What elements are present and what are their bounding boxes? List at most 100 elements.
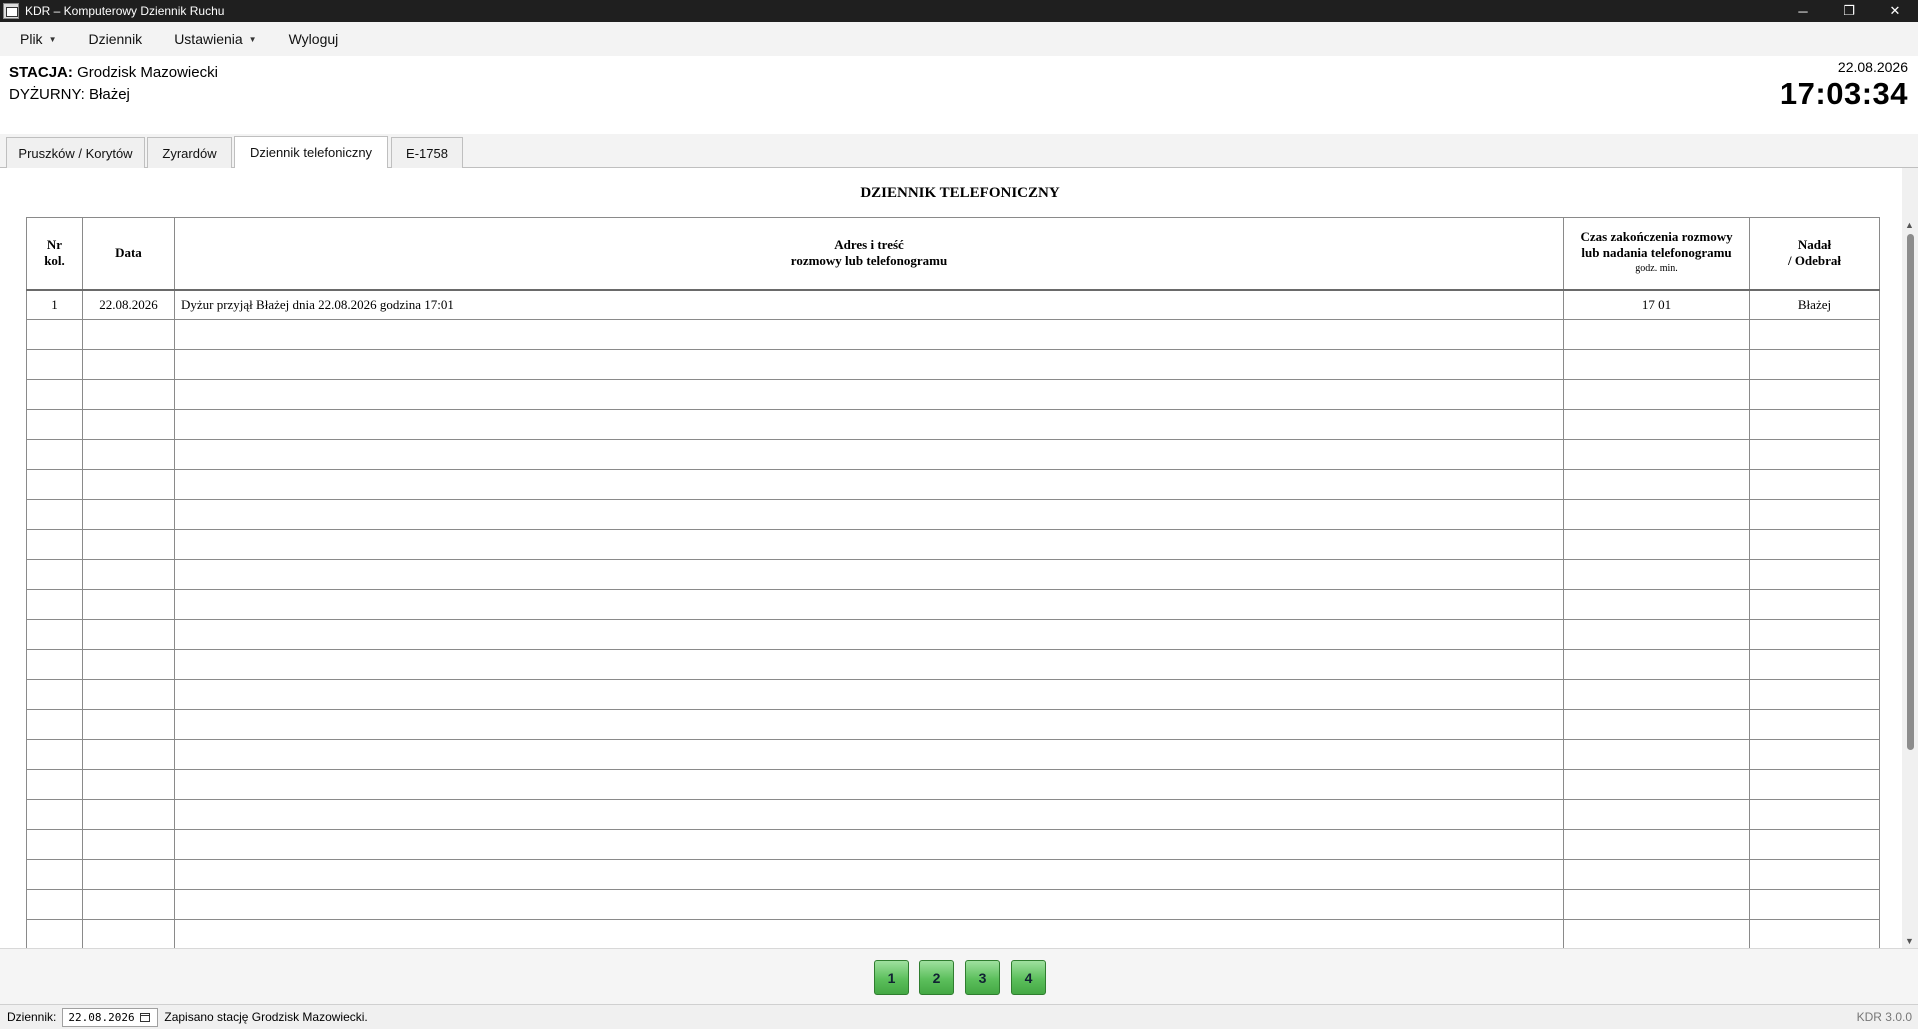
page-button-2[interactable]: 2 bbox=[919, 960, 954, 995]
cell-time[interactable] bbox=[1563, 679, 1751, 710]
cell-nr[interactable] bbox=[26, 889, 83, 920]
cell-nr[interactable] bbox=[26, 619, 83, 650]
cell-date[interactable] bbox=[81, 529, 175, 560]
table-row[interactable] bbox=[26, 919, 1880, 948]
cell-nr[interactable] bbox=[26, 559, 83, 590]
cell-date[interactable] bbox=[81, 679, 175, 710]
cell-who[interactable] bbox=[1749, 829, 1880, 860]
minimize-button[interactable]: ─ bbox=[1780, 0, 1826, 22]
cell-date[interactable] bbox=[81, 439, 175, 470]
cell-date[interactable] bbox=[81, 589, 175, 620]
cell-text[interactable] bbox=[173, 859, 1565, 890]
table-row[interactable] bbox=[26, 439, 1880, 470]
journal-date-input[interactable]: 22.08.2026 bbox=[62, 1007, 159, 1027]
cell-text[interactable] bbox=[173, 769, 1565, 800]
cell-text[interactable] bbox=[173, 739, 1565, 770]
cell-date[interactable] bbox=[81, 349, 175, 380]
cell-who[interactable] bbox=[1749, 919, 1880, 948]
cell-nr[interactable] bbox=[26, 829, 83, 860]
cell-who[interactable] bbox=[1749, 589, 1880, 620]
cell-time[interactable] bbox=[1563, 799, 1751, 830]
cell-text[interactable] bbox=[173, 559, 1565, 590]
table-row[interactable] bbox=[26, 889, 1880, 920]
cell-who[interactable] bbox=[1749, 349, 1880, 380]
page-button-4[interactable]: 4 bbox=[1011, 960, 1046, 995]
cell-who[interactable] bbox=[1749, 469, 1880, 500]
cell-who[interactable] bbox=[1749, 799, 1880, 830]
cell-date[interactable] bbox=[81, 769, 175, 800]
cell-nr[interactable] bbox=[26, 709, 83, 740]
cell-date[interactable] bbox=[81, 379, 175, 410]
cell-time[interactable] bbox=[1563, 499, 1751, 530]
cell-who[interactable] bbox=[1749, 409, 1880, 440]
cell-text[interactable] bbox=[173, 349, 1565, 380]
cell-who[interactable] bbox=[1749, 439, 1880, 470]
cell-text[interactable] bbox=[173, 829, 1565, 860]
cell-who[interactable] bbox=[1749, 559, 1880, 590]
table-row[interactable] bbox=[26, 649, 1880, 680]
table-row[interactable] bbox=[26, 409, 1880, 440]
page-button-3[interactable]: 3 bbox=[965, 960, 1000, 995]
cell-time[interactable] bbox=[1563, 559, 1751, 590]
cell-time[interactable] bbox=[1563, 769, 1751, 800]
cell-nr[interactable] bbox=[26, 739, 83, 770]
cell-date[interactable] bbox=[81, 499, 175, 530]
cell-nr[interactable] bbox=[26, 499, 83, 530]
scroll-down-arrow-icon[interactable]: ▼ bbox=[1905, 936, 1914, 946]
cell-date[interactable] bbox=[81, 739, 175, 770]
cell-who[interactable] bbox=[1749, 679, 1880, 710]
table-row[interactable] bbox=[26, 589, 1880, 620]
cell-nr[interactable] bbox=[26, 349, 83, 380]
cell-nr[interactable] bbox=[26, 439, 83, 470]
cell-time[interactable] bbox=[1563, 349, 1751, 380]
table-row[interactable] bbox=[26, 499, 1880, 530]
cell-text[interactable] bbox=[173, 619, 1565, 650]
cell-date[interactable] bbox=[81, 709, 175, 740]
cell-text[interactable] bbox=[173, 379, 1565, 410]
menu-wyloguj[interactable]: Wyloguj bbox=[273, 22, 355, 56]
cell-time[interactable] bbox=[1563, 319, 1751, 350]
table-row[interactable] bbox=[26, 319, 1880, 350]
cell-date[interactable] bbox=[81, 889, 175, 920]
cell-date[interactable] bbox=[81, 829, 175, 860]
restore-button[interactable]: ❐ bbox=[1826, 0, 1872, 22]
tab-dziennik-telefoniczny[interactable]: Dziennik telefoniczny bbox=[234, 136, 388, 168]
table-row[interactable] bbox=[26, 679, 1880, 710]
table-row[interactable] bbox=[26, 559, 1880, 590]
calendar-icon[interactable] bbox=[139, 1012, 150, 1022]
cell-date[interactable] bbox=[81, 319, 175, 350]
cell-time[interactable] bbox=[1563, 529, 1751, 560]
cell-text[interactable] bbox=[173, 409, 1565, 440]
cell-who[interactable] bbox=[1749, 319, 1880, 350]
cell-who[interactable] bbox=[1749, 859, 1880, 890]
cell-who[interactable]: Błażej bbox=[1749, 289, 1880, 320]
cell-who[interactable] bbox=[1749, 739, 1880, 770]
cell-nr[interactable] bbox=[26, 589, 83, 620]
cell-nr[interactable] bbox=[26, 529, 83, 560]
table-row[interactable] bbox=[26, 379, 1880, 410]
cell-time[interactable] bbox=[1563, 829, 1751, 860]
scrollbar-thumb[interactable] bbox=[1907, 234, 1914, 750]
table-row[interactable] bbox=[26, 619, 1880, 650]
tab-pruszkow-korytow[interactable]: Pruszków / Korytów bbox=[6, 137, 145, 168]
table-row[interactable] bbox=[26, 799, 1880, 830]
cell-time[interactable] bbox=[1563, 589, 1751, 620]
cell-time[interactable] bbox=[1563, 859, 1751, 890]
cell-text[interactable] bbox=[173, 499, 1565, 530]
cell-nr[interactable] bbox=[26, 679, 83, 710]
cell-who[interactable] bbox=[1749, 709, 1880, 740]
cell-time[interactable] bbox=[1563, 439, 1751, 470]
cell-nr[interactable] bbox=[26, 799, 83, 830]
tab-zyrardow[interactable]: Zyrardów bbox=[147, 137, 232, 168]
menu-ustawienia[interactable]: Ustawienia ▼ bbox=[158, 22, 272, 56]
close-button[interactable]: ✕ bbox=[1872, 0, 1918, 22]
cell-time[interactable]: 17 01 bbox=[1563, 289, 1751, 320]
cell-time[interactable] bbox=[1563, 619, 1751, 650]
cell-text[interactable] bbox=[173, 649, 1565, 680]
cell-time[interactable] bbox=[1563, 919, 1751, 948]
cell-time[interactable] bbox=[1563, 709, 1751, 740]
cell-time[interactable] bbox=[1563, 889, 1751, 920]
table-row[interactable] bbox=[26, 349, 1880, 380]
cell-who[interactable] bbox=[1749, 619, 1880, 650]
table-row[interactable] bbox=[26, 739, 1880, 770]
